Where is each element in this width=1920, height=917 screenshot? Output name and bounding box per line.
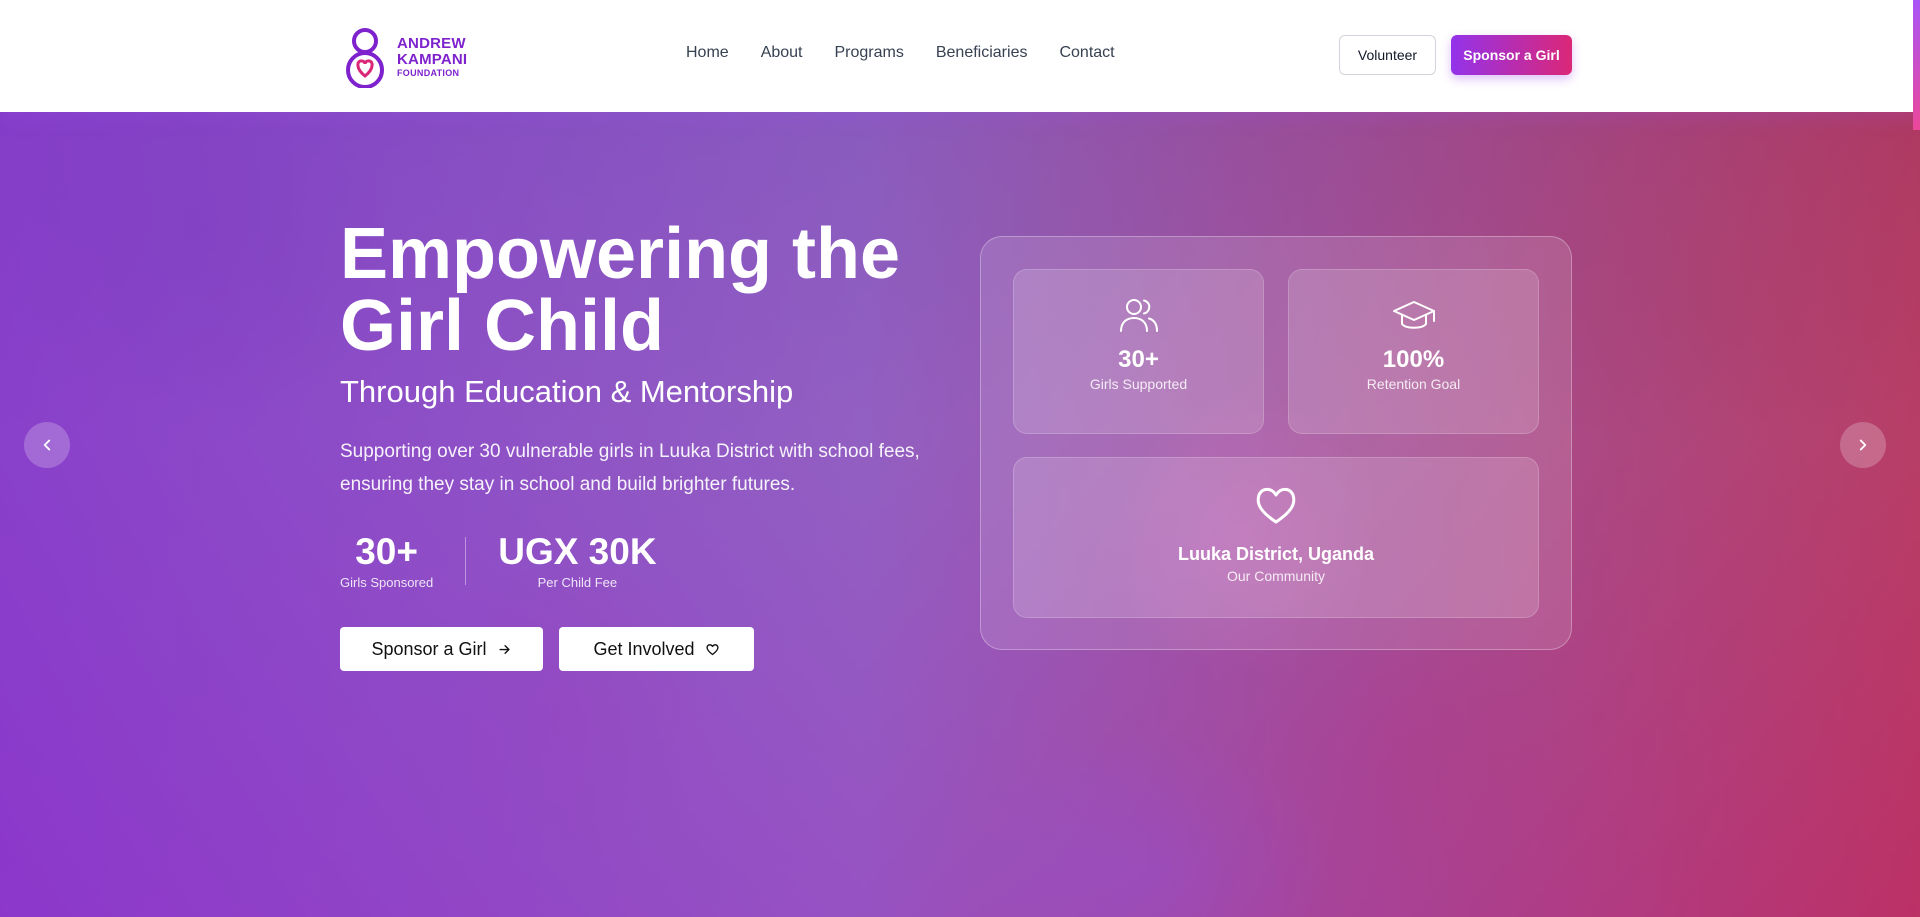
- hero-sponsor-button[interactable]: Sponsor a Girl: [340, 627, 543, 671]
- arrow-right-icon: [498, 644, 510, 654]
- hero-title-line-1: Empowering the: [340, 214, 901, 294]
- scrollbar-thumb[interactable]: [1913, 0, 1920, 130]
- nav-programs[interactable]: Programs: [835, 44, 904, 62]
- logo[interactable]: ANDREW KAMPANI FOUNDATION: [341, 26, 471, 88]
- stat-girls-sponsored: 30+ Girls Sponsored: [340, 531, 434, 591]
- logo-line-3: FOUNDATION: [397, 68, 460, 78]
- nav-beneficiaries[interactable]: Beneficiaries: [936, 44, 1028, 62]
- chevron-left-icon: [43, 439, 51, 451]
- main-nav: Home About Programs Beneficiaries Contac…: [686, 44, 1115, 62]
- chevron-right-icon: [1859, 439, 1867, 451]
- hero-title-line-2: Girl Child: [340, 286, 664, 366]
- logo-text: ANDREW KAMPANI FOUNDATION: [397, 36, 467, 78]
- logo-line-2: KAMPANI: [397, 51, 468, 68]
- card-value: 30+: [1118, 346, 1159, 373]
- stat-divider: [465, 537, 467, 585]
- hero-get-involved-button-label: Get Involved: [593, 638, 695, 659]
- stat-value: UGX 30K: [498, 531, 657, 572]
- hero-title: Empowering the Girl Child: [340, 218, 940, 362]
- carousel-next-button[interactable]: [1840, 422, 1886, 468]
- card-our-community: Luuka District, Uganda Our Community: [1013, 457, 1539, 618]
- logo-mark-icon: [346, 28, 384, 88]
- site-header: ANDREW KAMPANI FOUNDATION Home About Pro…: [0, 0, 1920, 112]
- volunteer-button[interactable]: Volunteer: [1339, 35, 1436, 75]
- heart-icon: [1256, 487, 1296, 524]
- hero-section: [0, 112, 1920, 917]
- card-label: Our Community: [1226, 568, 1326, 584]
- users-icon: [1119, 299, 1158, 332]
- heart-icon: [705, 643, 719, 655]
- card-girls-supported: 30+ Girls Supported: [1013, 269, 1264, 434]
- logo-line-1: ANDREW: [397, 35, 466, 52]
- nav-about[interactable]: About: [761, 44, 803, 62]
- nav-contact[interactable]: Contact: [1059, 44, 1114, 62]
- card-title: Luuka District, Uganda: [1177, 544, 1375, 564]
- hero-gradient-overlay: [0, 112, 1920, 917]
- stat-label: Per Child Fee: [537, 575, 618, 590]
- card-value: 100%: [1382, 346, 1445, 373]
- sponsor-a-girl-button[interactable]: Sponsor a Girl: [1451, 35, 1572, 75]
- graduation-cap-icon: [1392, 301, 1435, 329]
- card-label: Girls Supported: [1089, 376, 1188, 392]
- hero-sponsor-button-label: Sponsor a Girl: [371, 638, 487, 659]
- hero-description: Supporting over 30 vulnerable girls in L…: [340, 441, 920, 495]
- card-retention-goal: 100% Retention Goal: [1288, 269, 1539, 434]
- carousel-prev-button[interactable]: [24, 422, 70, 468]
- hero-subtitle: Through Education & Mentorship: [340, 374, 794, 409]
- stat-label: Girls Sponsored: [340, 575, 434, 590]
- hero-get-involved-button[interactable]: Get Involved: [559, 627, 754, 671]
- hero-stats: 30+ Girls Sponsored UGX 30K Per Child Fe…: [340, 531, 657, 591]
- nav-home[interactable]: Home: [686, 44, 729, 62]
- stat-value: 30+: [355, 531, 418, 572]
- card-label: Retention Goal: [1366, 376, 1461, 392]
- stat-per-child-fee: UGX 30K Per Child Fee: [498, 531, 657, 591]
